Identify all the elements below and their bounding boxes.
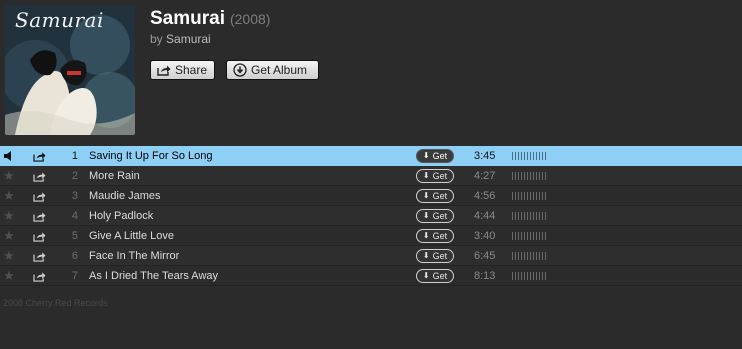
copyright-notice: 2008 Cherry Red Records [3, 298, 108, 308]
speaker-icon[interactable] [2, 146, 16, 166]
album-artist-line: by Samurai [150, 32, 211, 46]
star-icon[interactable]: ★ [2, 246, 16, 266]
artist-by-prefix: by [150, 32, 163, 46]
download-icon [233, 63, 247, 77]
track-time: 4:56 [474, 190, 496, 202]
track-share-icon[interactable] [31, 166, 47, 186]
track-row[interactable]: ★ 4 Holy Padlock ⬇ Get 4:44 [0, 206, 742, 226]
track-share-icon[interactable] [31, 206, 47, 226]
track-name[interactable]: Maudie James [89, 186, 399, 206]
get-track-button[interactable]: ⬇ Get [416, 229, 454, 243]
track-number: 2 [71, 170, 78, 182]
download-arrow-icon: ⬇ [422, 231, 430, 240]
get-album-button-label: Get Album [251, 63, 308, 77]
track-time: 3:45 [474, 150, 496, 162]
track-time: 4:44 [474, 210, 496, 222]
track-name[interactable]: As I Dried The Tears Away [89, 266, 399, 286]
album-title-text: Samurai [150, 8, 225, 29]
track-row[interactable]: 1 Saving It Up For So Long ⬇ Get 3:45 [0, 146, 742, 166]
track-number: 6 [71, 250, 78, 262]
popularity-bar [512, 252, 548, 260]
track-number: 7 [71, 270, 78, 282]
get-track-button[interactable]: ⬇ Get [416, 209, 454, 223]
get-track-label: Get [432, 151, 448, 161]
star-icon[interactable]: ★ [2, 206, 16, 226]
download-arrow-icon: ⬇ [422, 271, 430, 280]
album-cover[interactable]: Samurai [5, 5, 135, 135]
get-album-button[interactable]: Get Album [226, 60, 319, 80]
track-row[interactable]: ★ 3 Maudie James ⬇ Get 4:56 [0, 186, 742, 206]
get-track-button[interactable]: ⬇ Get [416, 169, 454, 183]
get-track-button[interactable]: ⬇ Get [416, 249, 454, 263]
get-track-button[interactable]: ⬇ Get [416, 269, 454, 283]
popularity-bar [512, 232, 548, 240]
track-share-icon[interactable] [31, 146, 47, 166]
track-number: 1 [71, 150, 78, 162]
track-share-icon[interactable] [31, 246, 47, 266]
popularity-bar [512, 152, 548, 160]
share-icon [157, 63, 171, 77]
track-number: 4 [71, 210, 78, 222]
download-arrow-icon: ⬇ [422, 211, 430, 220]
share-button-label: Share [175, 63, 208, 77]
get-track-label: Get [432, 211, 448, 221]
track-row[interactable]: ★ 6 Face In The Mirror ⬇ Get 6:45 [0, 246, 742, 266]
track-number: 3 [71, 190, 78, 202]
track-share-icon[interactable] [31, 266, 47, 286]
track-name[interactable]: Holy Padlock [89, 206, 399, 226]
popularity-bar [512, 192, 548, 200]
track-time: 6:45 [474, 250, 496, 262]
track-name[interactable]: More Rain [89, 166, 399, 186]
track-share-icon[interactable] [31, 186, 47, 206]
get-track-button[interactable]: ⬇ Get [416, 149, 454, 163]
artist-link[interactable]: Samurai [166, 32, 211, 46]
track-number: 5 [71, 230, 78, 242]
star-icon[interactable]: ★ [2, 266, 16, 286]
album-page: Samurai Samurai (2008) by Samurai Share G… [0, 0, 742, 349]
track-share-icon[interactable] [31, 226, 47, 246]
track-name[interactable]: Face In The Mirror [89, 246, 399, 266]
track-row[interactable]: ★ 2 More Rain ⬇ Get 4:27 [0, 166, 742, 186]
album-year: (2008) [229, 11, 271, 27]
popularity-bar [512, 212, 548, 220]
star-icon[interactable]: ★ [2, 166, 16, 186]
popularity-bar [512, 272, 548, 280]
download-arrow-icon: ⬇ [422, 251, 430, 260]
track-time: 8:13 [474, 270, 496, 282]
track-time: 3:40 [474, 230, 496, 242]
track-row[interactable]: ★ 5 Give A Little Love ⬇ Get 3:40 [0, 226, 742, 246]
get-track-button[interactable]: ⬇ Get [416, 189, 454, 203]
track-list: 1 Saving It Up For So Long ⬇ Get 3:45 ★ 2… [0, 146, 742, 286]
get-track-label: Get [432, 171, 448, 181]
album-cover-title: Samurai [15, 8, 104, 32]
track-name[interactable]: Saving It Up For So Long [89, 146, 399, 166]
download-arrow-icon: ⬇ [422, 151, 430, 160]
get-track-label: Get [432, 251, 448, 261]
get-track-label: Get [432, 191, 448, 201]
popularity-bar [512, 172, 548, 180]
track-name[interactable]: Give A Little Love [89, 226, 399, 246]
download-arrow-icon: ⬇ [422, 171, 430, 180]
get-track-label: Get [432, 231, 448, 241]
download-arrow-icon: ⬇ [422, 191, 430, 200]
star-icon[interactable]: ★ [2, 226, 16, 246]
track-row[interactable]: ★ 7 As I Dried The Tears Away ⬇ Get 8:13 [0, 266, 742, 286]
share-button[interactable]: Share [150, 60, 215, 80]
album-title: Samurai (2008) [150, 8, 270, 30]
track-time: 4:27 [474, 170, 496, 182]
get-track-label: Get [432, 271, 448, 281]
star-icon[interactable]: ★ [2, 186, 16, 206]
